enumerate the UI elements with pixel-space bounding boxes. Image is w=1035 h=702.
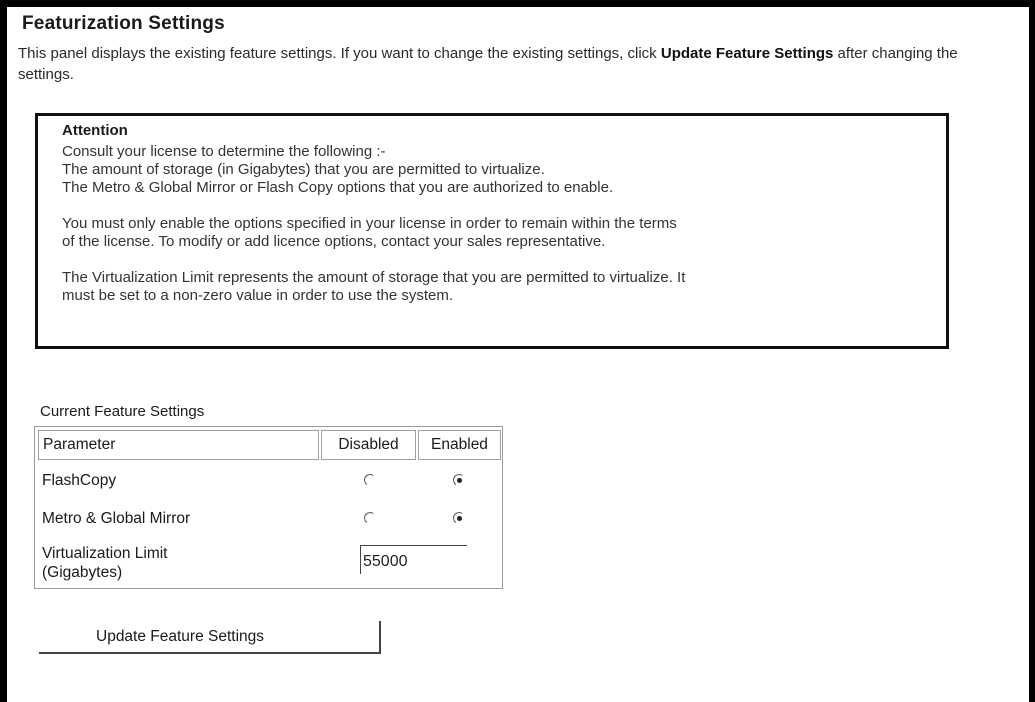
attention-line: must be set to a non-zero value in order… <box>62 287 454 304</box>
attention-line: You must only enable the options specifi… <box>62 215 677 232</box>
column-header-enabled: Enabled <box>418 430 501 460</box>
metro-global-mirror-enabled-radio[interactable] <box>453 512 465 524</box>
attention-line: of the license. To modify or add licence… <box>62 233 606 250</box>
panel-frame <box>0 0 1035 702</box>
feature-settings-label: Current Feature Settings <box>40 403 205 420</box>
virtualization-limit-input[interactable] <box>360 545 467 574</box>
attention-box: Attention Consult your license to determ… <box>35 113 949 349</box>
row-label-virtualization-limit: Virtualization Limit (Gigabytes) <box>42 544 168 582</box>
description-prefix: This panel displays the existing feature… <box>18 45 661 62</box>
flashcopy-enabled-radio[interactable] <box>453 474 465 486</box>
update-feature-settings-button[interactable]: Update Feature Settings <box>39 621 381 654</box>
attention-line: Consult your license to determine the fo… <box>62 143 386 160</box>
page-title: Featurization Settings <box>22 13 225 34</box>
feature-settings-table: Parameter Disabled Enabled FlashCopy Met… <box>34 426 503 589</box>
limit-label-line2: (Gigabytes) <box>42 564 123 581</box>
attention-title: Attention <box>62 122 128 139</box>
row-label-metro-global-mirror: Metro & Global Mirror <box>42 510 191 527</box>
metro-global-mirror-disabled-radio[interactable] <box>364 512 376 524</box>
column-header-disabled: Disabled <box>321 430 416 460</box>
description-action-name: Update Feature Settings <box>660 45 834 62</box>
attention-line: The Metro & Global Mirror or Flash Copy … <box>62 179 614 196</box>
attention-line: The amount of storage (in Gigabytes) tha… <box>62 161 545 178</box>
column-header-parameter: Parameter <box>38 430 319 460</box>
limit-label-line1: Virtualization Limit <box>42 545 168 562</box>
panel-description: This panel displays the existing feature… <box>18 43 1008 85</box>
column-header-label: Disabled <box>338 436 399 453</box>
column-header-label: Enabled <box>431 436 488 453</box>
column-header-label: Parameter <box>43 436 116 453</box>
flashcopy-disabled-radio[interactable] <box>364 474 376 486</box>
row-label-flashcopy: FlashCopy <box>42 472 117 489</box>
attention-line: The Virtualization Limit represents the … <box>62 269 686 286</box>
